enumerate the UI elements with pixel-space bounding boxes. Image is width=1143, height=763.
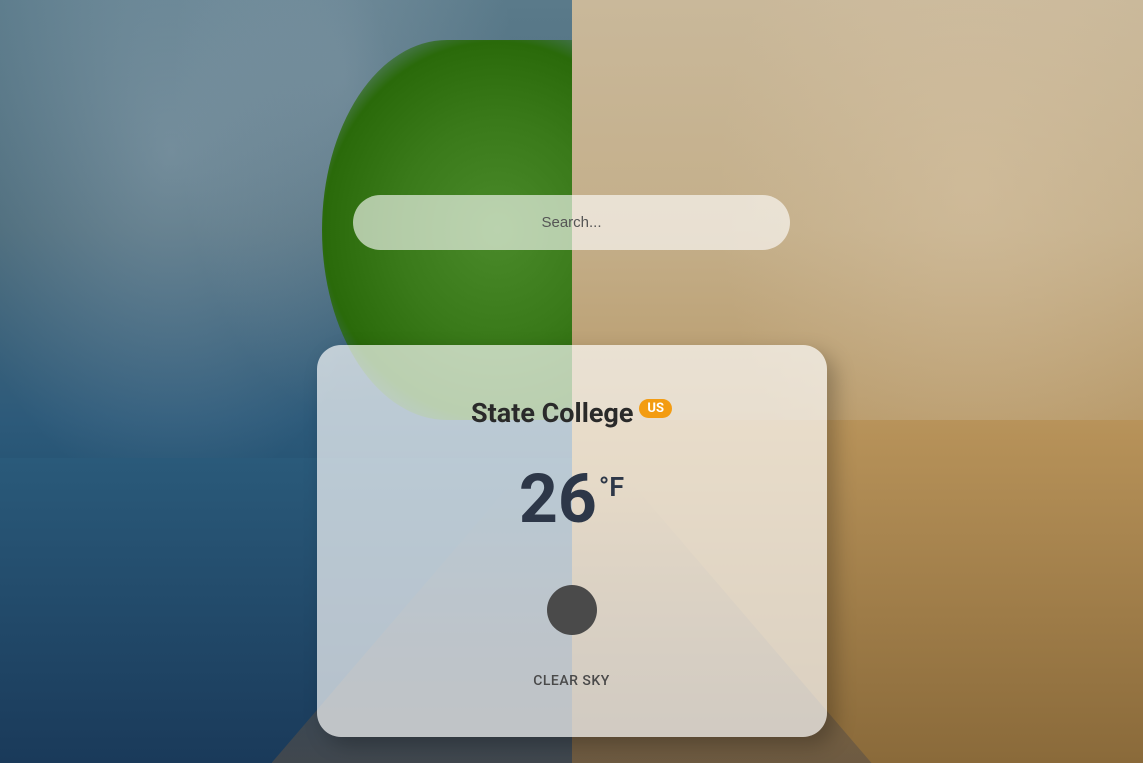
location-name: State College [471, 397, 633, 429]
temperature-value: 26 [519, 465, 597, 533]
weather-condition-icon [547, 585, 597, 635]
country-badge: US [639, 399, 672, 418]
search-container [353, 195, 790, 250]
main-content: State College US 26 °F CLEAR SKY [0, 0, 1143, 763]
location-row: State College US [471, 397, 672, 429]
search-input[interactable] [373, 214, 770, 231]
weather-condition-text: CLEAR SKY [533, 673, 610, 689]
temperature-row: 26 °F [519, 465, 624, 533]
weather-card: State College US 26 °F CLEAR SKY [317, 345, 827, 737]
temperature-unit: °F [599, 471, 624, 503]
